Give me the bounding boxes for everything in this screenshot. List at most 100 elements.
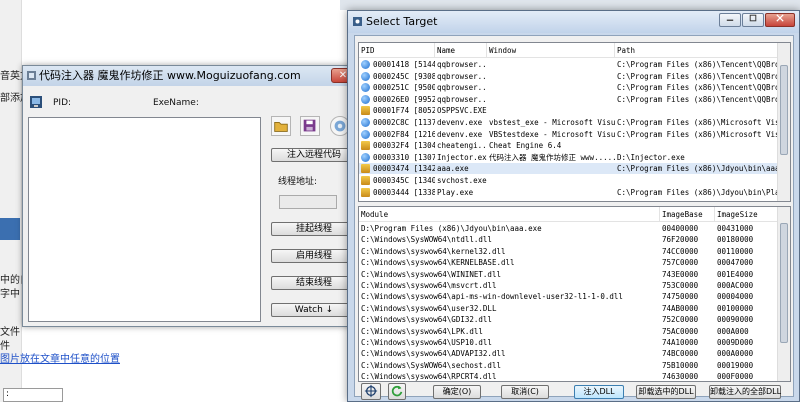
inject-remote-code-button[interactable]: 注入远程代码 — [271, 148, 357, 162]
cancel-button[interactable]: 取消(C) — [501, 385, 549, 399]
module-scrollbar[interactable] — [777, 207, 790, 381]
start-thread-button[interactable]: 启用线程 — [271, 249, 357, 263]
process-row[interactable]: 000026E0 [9952]qqbrowser.... C:\Program F… — [359, 94, 790, 105]
exename-label: ExeName: — [153, 98, 199, 108]
process-scroll-thumb[interactable] — [780, 65, 788, 155]
process-row[interactable]: 00002F84 [12164]devenv.exe VBStestdexe - … — [359, 129, 790, 140]
app-icon — [353, 17, 362, 26]
module-row[interactable]: C:\Windows\syswow64\api-ms-win-downlevel… — [359, 291, 790, 302]
window-app-icon — [361, 106, 370, 116]
process-cell-name: Play.exe — [437, 187, 474, 197]
refresh-button[interactable] — [388, 383, 406, 400]
end-thread-button[interactable]: 结束线程 — [271, 276, 357, 290]
module-row[interactable]: C:\Windows\syswow64\kernel32.dll 74CC0000… — [359, 246, 790, 257]
minimize-button[interactable] — [719, 13, 741, 27]
column-header-module[interactable]: Module — [359, 207, 660, 222]
module-cell-size: 00431000 — [717, 224, 754, 233]
process-row[interactable]: 00001F74 [8052] OSPPSVC.EXE — [359, 105, 790, 116]
module-row[interactable]: D:\Program Files (x86)\Jdyou\bin\aaa.exe… — [359, 223, 790, 234]
module-row[interactable]: C:\Windows\syswow64\GDI32.dll 752C0000 000… — [359, 314, 790, 325]
background-combo[interactable]: : — [3, 388, 63, 402]
module-cell-base: 76F20000 — [662, 235, 699, 245]
process-row[interactable]: 000032F4 [13044]cheatengi...Cheat Engine… — [359, 140, 790, 151]
folder-icon — [274, 121, 288, 132]
module-cell-module: C:\Windows\syswow64\api-ms-win-downlevel… — [361, 292, 623, 302]
process-cell-window — [487, 175, 615, 186]
module-row[interactable]: C:\Windows\SysWOW64\ntdll.dll 76F20000 001… — [359, 234, 790, 245]
module-cell-module: C:\Windows\SysWOW64\sechost.dll — [361, 360, 501, 370]
module-row[interactable]: C:\Windows\syswow64\LPK.dll 75AC0000 000A0… — [359, 326, 790, 337]
thread-address-field[interactable] — [279, 195, 337, 209]
process-row[interactable]: 00003444 [13380]Play.exe C:\Program Files… — [359, 187, 790, 198]
column-header-window[interactable]: Window — [487, 43, 615, 58]
close-button[interactable] — [765, 13, 795, 27]
module-row[interactable]: C:\Windows\syswow64\RPCRT4.dll 74630000 00… — [359, 371, 790, 381]
process-cell-name: devenv.exe — [437, 118, 483, 127]
target-icon[interactable] — [29, 95, 43, 109]
background-item: 字中 — [0, 289, 20, 300]
module-cell-base: 74CC0000 — [662, 246, 699, 256]
module-cell-base: 74A10000 — [662, 338, 699, 347]
window-app-icon — [361, 176, 370, 185]
process-cell-window: 代码注入器 魔鬼作坊修正 www..... — [489, 152, 615, 162]
module-row[interactable]: C:\Windows\syswow64\ADVAPI32.dll 74BC0000… — [359, 348, 790, 359]
process-row[interactable]: 00003310 [13072]Injector.exe代码注入器 魔鬼作坊修正… — [359, 152, 790, 163]
module-cell-size: 00180000 — [717, 235, 754, 245]
process-cell-window — [487, 187, 615, 198]
module-row[interactable]: C:\Windows\syswow64\KERNELBASE.dll 757C00… — [359, 257, 790, 268]
process-list[interactable]: PID Name Window Path 00001418 [5144] qqbr… — [358, 42, 791, 202]
open-folder-button[interactable] — [271, 116, 291, 136]
process-row[interactable]: 0000251C [9500]qqbrowser.... C:\Program F… — [359, 82, 790, 93]
ok-button[interactable]: 确定(O) — [433, 385, 481, 399]
module-cell-module: C:\Windows\syswow64\WININET.dll — [361, 269, 501, 279]
code-list[interactable] — [28, 117, 261, 322]
unload-all-dll-button[interactable]: 卸载注入的全部DLL — [709, 385, 781, 399]
select-target-body: PID Name Window Path 00001418 [5144] qqbr… — [354, 35, 794, 400]
column-header-path[interactable]: Path — [615, 43, 779, 58]
column-header-imagebase[interactable]: ImageBase — [660, 207, 715, 222]
module-row[interactable]: C:\Windows\syswow64\msvcrt.dll 753C0000 00… — [359, 280, 790, 291]
save-button[interactable] — [300, 116, 320, 136]
target-crosshair-button[interactable] — [361, 383, 381, 400]
module-cell-base: 757C0000 — [662, 258, 699, 268]
column-header-imagesize[interactable]: ImageSize — [715, 207, 779, 222]
process-row[interactable]: 00002C8C [11372]devenv.exe vbstest_exe - … — [359, 117, 790, 128]
module-cell-size: 000A0000 — [717, 349, 754, 359]
column-header-pid[interactable]: PID — [359, 43, 435, 58]
select-target-window: Select Target PID Name Window Path 00001… — [347, 10, 800, 402]
module-cell-module: C:\Windows\syswow64\USP10.dll — [361, 338, 492, 347]
injector-title-bar[interactable]: 代码注入器 魔鬼作坊修正 www.Moguizuofang.com ✕ — [23, 66, 359, 86]
unload-selected-dll-button[interactable]: 卸载选中的DLL — [636, 385, 696, 399]
inject-dll-button[interactable]: 注入DLL — [574, 385, 624, 399]
suspend-thread-button[interactable]: 挂起线程 — [271, 222, 357, 236]
globe-icon — [361, 94, 370, 104]
process-row[interactable]: 00001418 [5144]qqbrowser.... C:\Program F… — [359, 59, 790, 70]
module-cell-base: 74AB0000 — [662, 303, 699, 313]
maximize-button[interactable] — [742, 13, 764, 27]
globe-icon — [361, 118, 370, 127]
process-row[interactable]: 0000345C [13404]svchost.exe — [359, 175, 790, 186]
module-cell-size: 00019000 — [717, 360, 754, 370]
module-scroll-thumb[interactable] — [780, 223, 788, 343]
process-cell-path: C:\Program Files (x86)\Jdyou\bin\aaa... — [617, 164, 779, 174]
module-row[interactable]: C:\Windows\SysWOW64\sechost.dll 75B10000 0… — [359, 360, 790, 371]
process-cell-path: C:\Program Files (x86)\Tencent\QQBro... — [617, 83, 779, 93]
module-cell-module: C:\Windows\syswow64\msvcrt.dll — [361, 281, 497, 290]
background-link[interactable]: 图片放在文章中任意的位置 — [0, 350, 120, 365]
process-row[interactable]: 00003474 [13428]aaa.exe C:\Program Files … — [359, 163, 790, 175]
process-cell-pid: 00003474 [13428] — [373, 164, 435, 174]
column-header-name[interactable]: Name — [435, 43, 487, 58]
select-target-title-bar[interactable]: Select Target — [348, 11, 799, 33]
module-cell-size: 0009D000 — [717, 338, 754, 347]
module-cell-size: 00047000 — [717, 258, 754, 268]
injector-window: 代码注入器 魔鬼作坊修正 www.Moguizuofang.com ✕ PID:… — [22, 65, 360, 327]
module-cell-size: 00110000 — [717, 246, 754, 256]
module-list[interactable]: Module ImageBase ImageSize D:\Program Fi… — [358, 206, 791, 382]
process-cell-window: Cheat Engine 6.4 — [489, 141, 562, 151]
module-row[interactable]: C:\Windows\syswow64\WININET.dll 743E0000 0… — [359, 269, 790, 280]
watch-button[interactable]: Watch ↓ — [271, 303, 357, 317]
process-scrollbar[interactable] — [777, 43, 790, 201]
module-row[interactable]: C:\Windows\syswow64\user32.DLL 74AB0000 00… — [359, 303, 790, 314]
module-row[interactable]: C:\Windows\syswow64\USP10.dll 74A10000 000… — [359, 337, 790, 348]
process-row[interactable]: 0000245C [9308]qqbrowser.... C:\Program F… — [359, 71, 790, 82]
